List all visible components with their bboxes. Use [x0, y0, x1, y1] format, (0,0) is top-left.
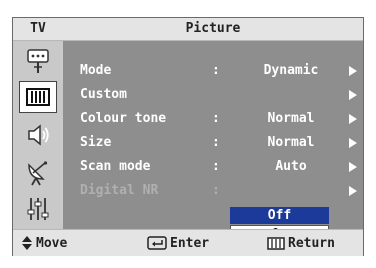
setup-sliders-icon[interactable]	[19, 193, 57, 225]
menu-item-label: Custom	[80, 87, 127, 102]
menu-item-label: Mode	[80, 63, 112, 78]
antenna-icon[interactable]	[19, 45, 57, 77]
menu-item-label: Digital NR	[80, 183, 159, 198]
icon-sidebar	[13, 41, 63, 229]
menu-item-size[interactable]: Size : Normal	[63, 131, 363, 155]
arrow-right-icon	[349, 114, 357, 124]
dropdown-option-off[interactable]: Off	[230, 207, 329, 224]
picture-icon[interactable]	[19, 81, 57, 113]
enter-label: Enter	[170, 235, 210, 251]
separator: :	[212, 159, 220, 174]
separator: :	[212, 135, 220, 150]
move-hint: Move	[21, 230, 67, 256]
enter-hint: Enter	[147, 230, 209, 256]
tv-osd-frame: TV Picture Mode: Dynamic Custom Colour …	[12, 17, 364, 256]
menu-item-digital-nr[interactable]: Digital NR :	[63, 179, 363, 203]
menu-item-value: Dynamic	[263, 63, 319, 78]
menu-item-value: Auto	[275, 159, 307, 174]
separator: :	[212, 63, 220, 78]
menu-item-colour-tone[interactable]: Colour tone : Normal	[63, 107, 363, 131]
osd-header: TV Picture	[13, 18, 363, 41]
menu-item-label: Scan mode	[80, 159, 151, 174]
return-icon	[267, 236, 285, 250]
arrow-right-icon	[349, 162, 357, 172]
arrow-right-icon	[349, 66, 357, 76]
osd-menu: TV Picture Mode: Dynamic Custom Colour …	[13, 18, 363, 242]
arrow-right-icon	[349, 90, 357, 100]
menu-item-custom[interactable]: Custom	[63, 83, 363, 107]
osd-footer: Move Enter Return	[13, 229, 363, 256]
menu-item-mode[interactable]: Mode : Dynamic	[63, 59, 363, 83]
return-label: Return	[288, 235, 335, 251]
picture-menu-list: Mode : Dynamic Custom Colour tone : Norm…	[63, 41, 363, 242]
menu-item-value: Normal	[267, 135, 315, 150]
separator: :	[212, 111, 220, 126]
menu-item-label: Colour tone	[80, 111, 167, 126]
menu-title: Picture	[185, 21, 241, 36]
move-label: Move	[36, 235, 68, 251]
satellite-dish-icon[interactable]	[19, 157, 57, 189]
separator: :	[212, 183, 220, 198]
menu-item-label: Size	[80, 135, 112, 150]
speaker-icon[interactable]	[19, 119, 57, 151]
menu-item-value: Normal	[267, 111, 315, 126]
arrow-right-icon	[349, 138, 357, 148]
arrow-right-icon	[349, 186, 357, 196]
menu-item-scan-mode[interactable]: Scan mode : Auto	[63, 155, 363, 179]
return-hint: Return	[267, 230, 335, 256]
tv-label: TV	[30, 21, 46, 36]
enter-icon	[147, 236, 167, 250]
move-arrows-icon	[22, 236, 32, 250]
